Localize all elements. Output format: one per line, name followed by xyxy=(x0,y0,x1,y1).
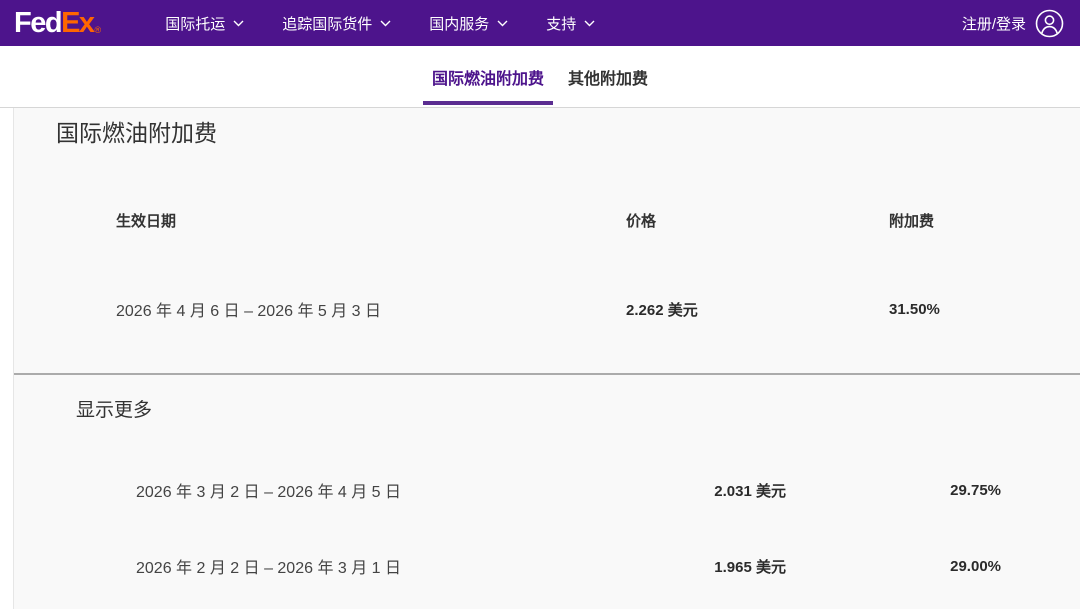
table-row: 2026 年 4 月 6 日 – 2026 年 5 月 3 日 2.262 美元… xyxy=(116,297,1080,321)
nav-item-label: 国内服务 xyxy=(429,13,489,34)
sign-in-register-button[interactable]: 注册/登录 xyxy=(962,9,1064,38)
column-header-surcharge: 附加费 xyxy=(889,210,1080,231)
chevron-down-icon xyxy=(233,20,244,27)
table-row: 2026 年 2 月 2 日 – 2026 年 3 月 1 日 1.965 美元… xyxy=(136,554,1080,578)
surcharge-value: 29.75% xyxy=(786,482,1001,499)
logo-fed-text: Fed xyxy=(14,8,61,38)
table-row: 2026 年 3 月 2 日 – 2026 年 4 月 5 日 2.031 美元… xyxy=(136,478,1080,502)
top-navigation-bar: FedEx ® 国际托运 追踪国际货件 国内服务 支持 注册/登录 xyxy=(0,0,1080,46)
tab-label: 国际燃油附加费 xyxy=(432,65,544,89)
chevron-down-icon xyxy=(497,20,508,27)
logo-ex-text: Ex xyxy=(61,8,93,38)
main-nav: 国际托运 追踪国际货件 国内服务 支持 xyxy=(165,13,595,34)
price-value: 1.965 美元 xyxy=(561,556,786,577)
sign-in-register-label: 注册/登录 xyxy=(962,13,1026,34)
price-value: 2.031 美元 xyxy=(561,480,786,501)
surcharge-value: 29.00% xyxy=(786,558,1001,575)
nav-item-label: 国际托运 xyxy=(165,13,225,34)
column-header-effective-date: 生效日期 xyxy=(116,210,626,231)
price-value: 2.262 美元 xyxy=(626,299,889,320)
nav-item-domestic-services[interactable]: 国内服务 xyxy=(429,13,508,34)
nav-item-label: 追踪国际货件 xyxy=(282,13,372,34)
page-title: 国际燃油附加费 xyxy=(14,108,1080,148)
registered-mark-icon: ® xyxy=(95,26,102,35)
nav-item-international-shipping[interactable]: 国际托运 xyxy=(165,13,244,34)
fuel-surcharge-table: 生效日期 价格 附加费 2026 年 4 月 6 日 – 2026 年 5 月 … xyxy=(116,210,1080,321)
fedex-logo[interactable]: FedEx ® xyxy=(14,8,101,38)
historical-surcharge-table: 2026 年 3 月 2 日 – 2026 年 4 月 5 日 2.031 美元… xyxy=(136,478,1080,578)
column-header-price: 价格 xyxy=(626,210,889,231)
content-panel: 国际燃油附加费 生效日期 价格 附加费 2026 年 4 月 6 日 – 202… xyxy=(13,108,1080,609)
tab-label: 其他附加费 xyxy=(568,65,648,89)
effective-date-value: 2026 年 3 月 2 日 – 2026 年 4 月 5 日 xyxy=(136,478,561,502)
chevron-down-icon xyxy=(380,20,391,27)
surcharge-value: 31.50% xyxy=(889,301,1080,318)
tab-other-surcharges[interactable]: 其他附加费 xyxy=(559,46,657,107)
user-circle-icon xyxy=(1035,9,1064,38)
section-divider xyxy=(14,373,1080,375)
effective-date-value: 2026 年 2 月 2 日 – 2026 年 3 月 1 日 xyxy=(136,554,561,578)
tab-international-fuel-surcharge[interactable]: 国际燃油附加费 xyxy=(423,46,553,107)
show-more-toggle[interactable]: 显示更多 xyxy=(14,395,152,422)
effective-date-value: 2026 年 4 月 6 日 – 2026 年 5 月 3 日 xyxy=(116,297,626,321)
nav-item-label: 支持 xyxy=(546,13,576,34)
table-header-row: 生效日期 价格 附加费 xyxy=(116,210,1080,231)
nav-item-support[interactable]: 支持 xyxy=(546,13,595,34)
surcharge-tabstrip: 国际燃油附加费 其他附加费 xyxy=(0,46,1080,108)
chevron-down-icon xyxy=(584,20,595,27)
nav-item-track-international[interactable]: 追踪国际货件 xyxy=(282,13,391,34)
